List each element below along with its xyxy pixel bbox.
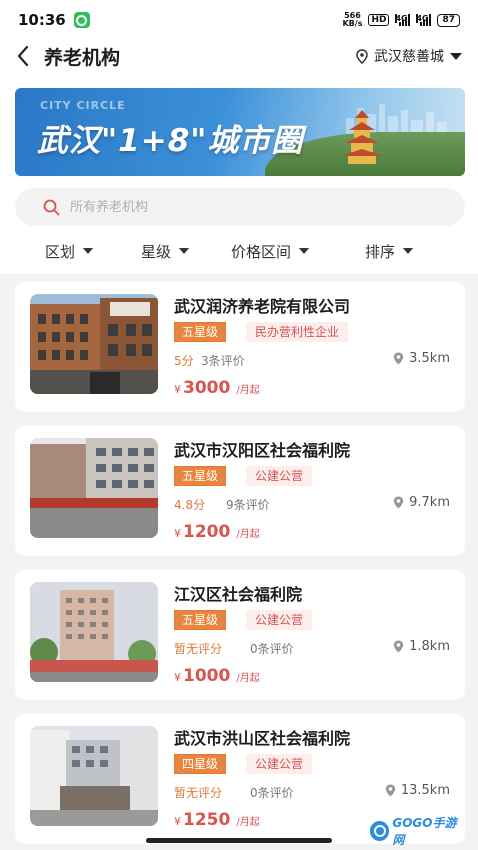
search-icon	[43, 199, 60, 215]
institution-card[interactable]: 武汉市汉阳区社会福利院 五星级 公建公营 4.8分 9条评价 9.7km ¥ 1…	[15, 426, 465, 556]
ownership-type-badge: 公建公营	[246, 610, 313, 630]
rating-score: 暂无评分	[174, 786, 223, 800]
home-indicator[interactable]	[146, 838, 332, 843]
distance: 1.8km	[393, 639, 450, 654]
signal-icon-1: 4G	[395, 14, 411, 26]
location-pin-icon	[393, 640, 404, 653]
banner-tag: CITY CIRCLE	[40, 99, 126, 112]
institution-list: 武汉润济养老院有限公司 五星级 民办营利性企业 5分 3条评价 3.5km ¥ …	[0, 274, 478, 850]
battery-indicator: 87	[437, 13, 460, 27]
filter-price-range-label: 价格区间	[231, 242, 292, 261]
status-indicators: 566 KB/s HD 4G 4G 87	[342, 12, 460, 28]
location-pin-icon	[385, 784, 396, 797]
price-symbol: ¥	[174, 815, 181, 828]
review-count: 0条评价	[250, 642, 294, 656]
chevron-down-icon	[83, 248, 94, 254]
institution-card[interactable]: 江汉区社会福利院 五星级 公建公营 暂无评分 0条评价 1.8km ¥ 1000…	[15, 570, 465, 700]
ownership-type-badge: 公建公营	[246, 466, 313, 486]
star-level-badge: 五星级	[174, 322, 227, 342]
chevron-down-icon	[179, 248, 190, 254]
status-time: 10:36	[18, 11, 66, 29]
wechat-notification-icon	[73, 12, 90, 28]
search-input[interactable]	[70, 199, 410, 215]
price-unit: /月起	[236, 817, 260, 828]
rating-score: 5分	[174, 354, 194, 368]
distance: 3.5km	[393, 351, 450, 366]
filter-district[interactable]: 区划	[45, 241, 94, 262]
filter-sort-label: 排序	[365, 242, 396, 261]
institution-photo	[30, 582, 158, 682]
location-pin-icon	[356, 48, 368, 64]
location-pin-icon	[393, 352, 404, 365]
location-selector[interactable]: 武汉慈善城	[356, 46, 462, 66]
network-speed-unit: KB/s	[342, 19, 363, 28]
price: ¥ 1000 /月起	[174, 666, 260, 686]
price: ¥ 1200 /月起	[174, 522, 260, 542]
chevron-down-icon	[299, 248, 310, 254]
promo-banner[interactable]: CITY CIRCLE 武汉"1+8"城市圈	[15, 88, 465, 176]
price: ¥ 3000 /月起	[174, 378, 260, 398]
institution-name: 武汉市汉阳区社会福利院	[174, 441, 351, 460]
search-bar[interactable]	[15, 188, 465, 226]
institution-card[interactable]: 武汉润济养老院有限公司 五星级 民办营利性企业 5分 3条评价 3.5km ¥ …	[15, 282, 465, 412]
back-arrow-icon[interactable]	[16, 43, 34, 69]
price-symbol: ¥	[174, 527, 181, 540]
institution-photo	[30, 726, 158, 826]
rating-score: 暂无评分	[174, 642, 223, 656]
price-unit: /月起	[236, 529, 260, 540]
location-label: 武汉慈善城	[374, 49, 444, 65]
price: ¥ 1250 /月起	[174, 810, 260, 830]
institution-photo	[30, 294, 158, 394]
price-symbol: ¥	[174, 383, 181, 396]
hd-badge: HD	[368, 14, 390, 26]
filter-star-level-label: 星级	[141, 242, 172, 261]
distance: 9.7km	[393, 495, 450, 510]
filter-sort[interactable]: 排序	[365, 241, 414, 262]
distance-value: 3.5km	[409, 351, 450, 366]
price-unit: /月起	[236, 673, 260, 684]
filter-price-range[interactable]: 价格区间	[231, 241, 310, 262]
yellow-crane-tower-graphic	[341, 110, 383, 164]
filter-star-level[interactable]: 星级	[141, 241, 190, 262]
filter-district-label: 区划	[45, 242, 76, 261]
distance-value: 13.5km	[400, 783, 450, 798]
distance-value: 9.7km	[409, 495, 450, 510]
signal-icon-2: 4G	[416, 14, 432, 26]
page-title: 养老机构	[44, 46, 121, 69]
price-symbol: ¥	[174, 671, 181, 684]
review-count: 3条评价	[201, 354, 245, 368]
review-count: 0条评价	[250, 786, 294, 800]
filter-bar: 区划 星级 价格区间 排序	[0, 232, 478, 270]
distance: 13.5km	[385, 783, 450, 798]
chevron-down-icon	[403, 248, 414, 254]
institution-name: 武汉市洪山区社会福利院	[174, 729, 351, 748]
nav-bar: 养老机构 武汉慈善城	[0, 40, 478, 72]
institution-name: 武汉润济养老院有限公司	[174, 297, 351, 316]
institution-photo	[30, 438, 158, 538]
watermark-text: GOGO手游网	[392, 816, 457, 847]
signal-label-2: 4G	[416, 14, 429, 23]
chevron-down-icon	[450, 52, 462, 60]
banner-title: 武汉"1+8"城市圈	[37, 123, 304, 159]
price-value: 1000	[183, 666, 231, 686]
status-bar: 10:36 566 KB/s HD 4G 4G 87	[0, 0, 478, 40]
gogo-logo-icon	[370, 821, 390, 841]
signal-label-1: 4G	[395, 14, 408, 23]
price-unit: /月起	[236, 385, 260, 396]
star-level-badge: 五星级	[174, 610, 227, 630]
network-speed: 566 KB/s	[342, 12, 362, 28]
price-value: 1250	[183, 810, 231, 830]
ownership-type-badge: 民办营利性企业	[246, 322, 349, 342]
watermark: GOGO手游网	[370, 816, 466, 847]
star-level-badge: 四星级	[174, 754, 227, 774]
rating-score: 4.8分	[174, 498, 206, 512]
institution-name: 江汉区社会福利院	[174, 585, 303, 604]
distance-value: 1.8km	[409, 639, 450, 654]
ownership-type-badge: 公建公营	[246, 754, 313, 774]
location-pin-icon	[393, 496, 404, 509]
price-value: 1200	[183, 522, 231, 542]
review-count: 9条评价	[226, 498, 270, 512]
price-value: 3000	[183, 378, 231, 398]
star-level-badge: 五星级	[174, 466, 227, 486]
